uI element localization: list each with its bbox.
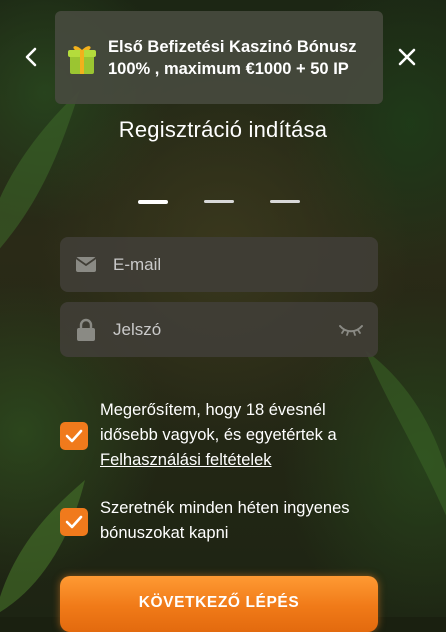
email-input[interactable] (111, 253, 325, 276)
email-field[interactable] (60, 237, 378, 292)
bonus-banner: Első Befizetési Kaszinó Bónusz 100% , ma… (55, 11, 383, 104)
gift-icon (67, 41, 97, 75)
close-icon (398, 48, 416, 66)
page-title: Regisztráció indítása (118, 117, 328, 142)
weekly-bonus-label: Szeretnék minden héten ingyenes bónuszok… (100, 499, 350, 542)
lock-icon (75, 318, 97, 341)
next-step-button[interactable]: KÖVETKEZŐ LÉPÉS (60, 576, 378, 632)
step-3 (270, 200, 300, 203)
checkmark-icon (65, 515, 83, 529)
password-field[interactable] (60, 302, 378, 357)
weekly-bonus-checkbox[interactable] (60, 508, 88, 536)
chevron-left-icon (25, 47, 37, 67)
step-1 (138, 200, 168, 204)
age-terms-label: Megerősítem, hogy 18 évesnél idősebb vag… (100, 398, 380, 473)
consent-age-terms: Megerősítem, hogy 18 évesnél idősebb vag… (60, 398, 380, 473)
terms-link[interactable]: Felhasználási feltételek (100, 451, 272, 469)
eye-closed-icon[interactable] (338, 319, 364, 339)
age-terms-text: Megerősítem, hogy 18 évesnél idősebb vag… (100, 401, 337, 444)
password-input[interactable] (111, 318, 325, 341)
prev-button[interactable] (16, 40, 46, 74)
step-2 (204, 200, 234, 203)
checkmark-icon (65, 429, 83, 443)
bonus-banner-text: Első Befizetési Kaszinó Bónusz 100% , ma… (108, 37, 357, 78)
close-button[interactable] (392, 40, 422, 74)
age-terms-checkbox[interactable] (60, 422, 88, 450)
step-indicator (138, 200, 336, 204)
consent-weekly-bonus: Szeretnék minden héten ingyenes bónuszok… (60, 496, 380, 546)
mail-icon (75, 254, 97, 276)
